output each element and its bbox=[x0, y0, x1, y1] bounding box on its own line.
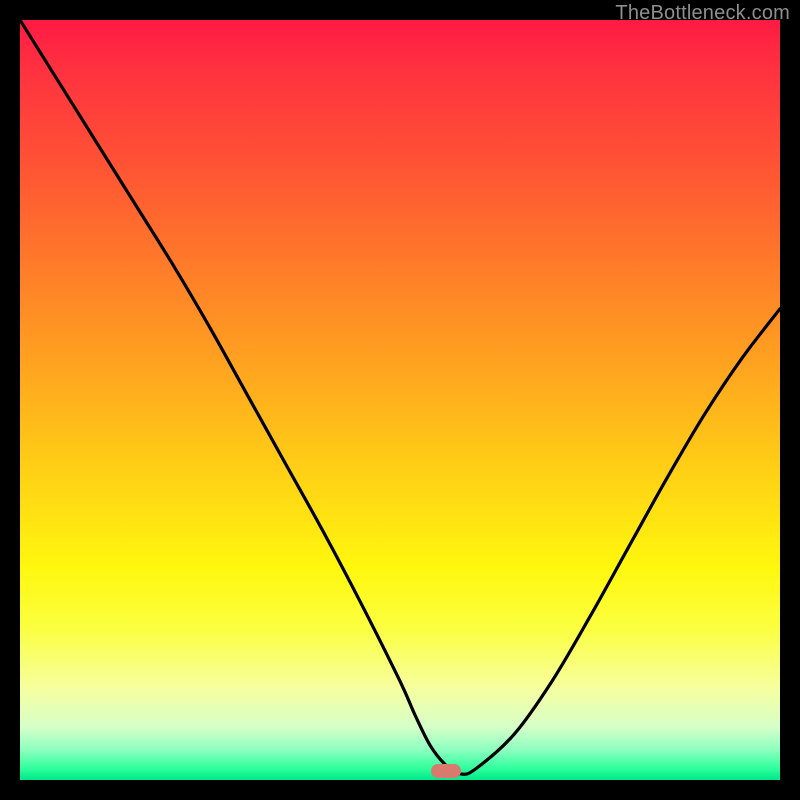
optimal-point-marker bbox=[431, 764, 461, 778]
watermark-text: TheBottleneck.com bbox=[615, 2, 790, 25]
bottleneck-curve bbox=[20, 20, 780, 780]
plot-area bbox=[20, 20, 780, 780]
bottleneck-curve-path bbox=[20, 20, 780, 774]
chart-frame: TheBottleneck.com bbox=[0, 0, 800, 800]
